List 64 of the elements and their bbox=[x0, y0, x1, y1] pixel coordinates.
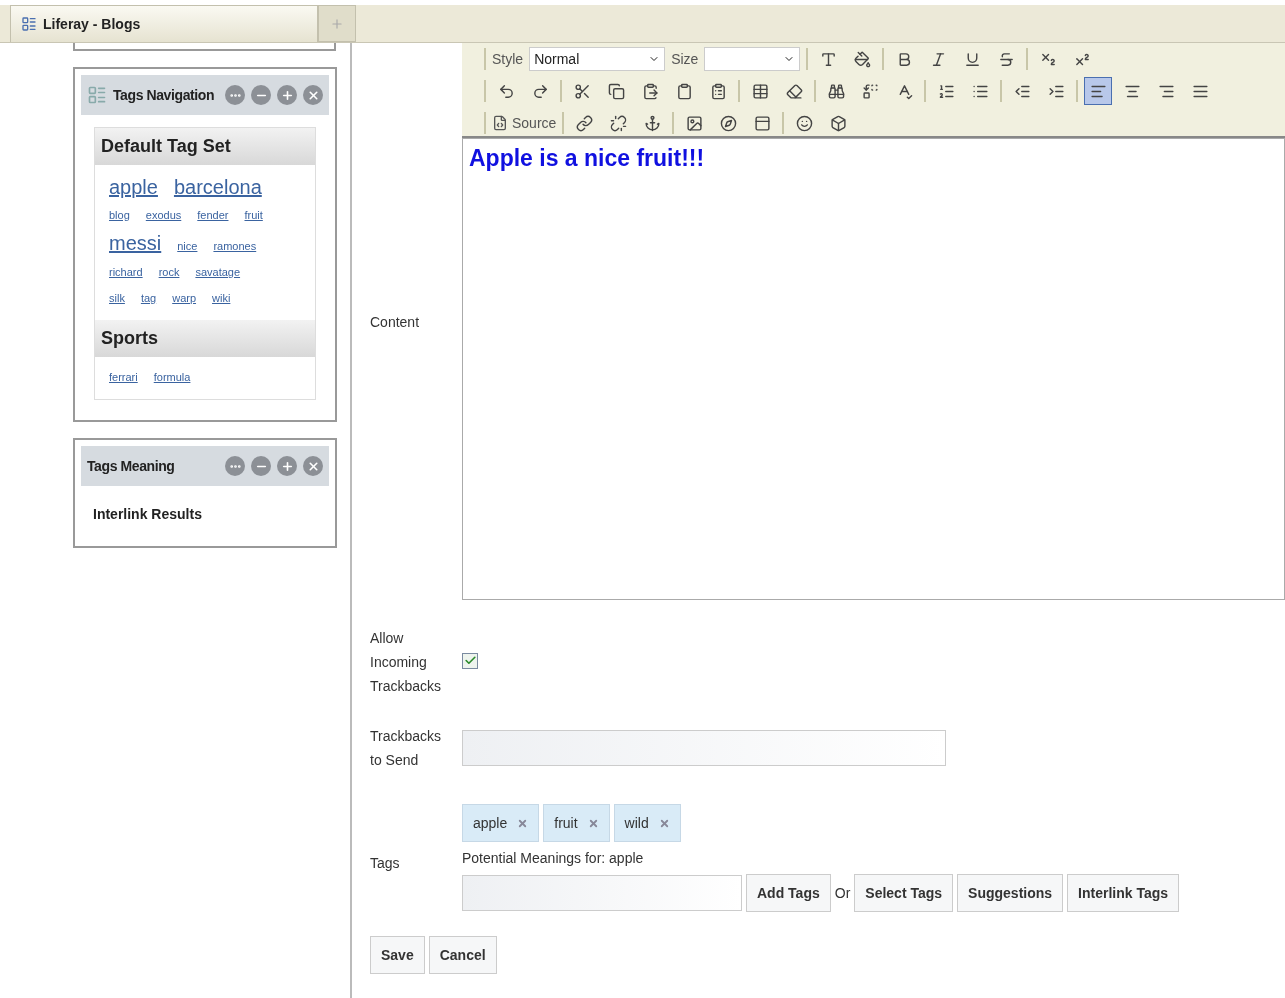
content-label: Content bbox=[370, 312, 421, 332]
tag-button[interactable]: Suggestions bbox=[957, 874, 1064, 912]
tag-button[interactable]: Interlink Tags bbox=[1067, 874, 1180, 912]
portlet-title: Tags Meaning bbox=[87, 458, 176, 474]
tags-label: Tags bbox=[370, 854, 401, 873]
tag-link[interactable]: wiki bbox=[212, 288, 231, 308]
add-tags-button[interactable]: Add Tags bbox=[746, 874, 831, 912]
tag-link[interactable]: apple bbox=[109, 175, 158, 199]
minimize-icon[interactable] bbox=[251, 85, 271, 105]
tag-link[interactable]: ferrari bbox=[109, 367, 138, 387]
tag-link[interactable]: tag bbox=[140, 288, 157, 308]
tag-link[interactable]: silk bbox=[109, 288, 125, 308]
browser-tab[interactable]: Liferay - Blogs bbox=[10, 5, 318, 42]
tag-chip[interactable]: fruit bbox=[543, 804, 610, 842]
tag-link[interactable]: warp bbox=[172, 288, 197, 308]
trackbacks-label: to Send bbox=[370, 751, 420, 770]
or-text: Or bbox=[834, 885, 851, 901]
tag-link[interactable]: formula bbox=[153, 367, 191, 387]
tag-chip[interactable]: apple bbox=[462, 804, 540, 842]
maximize-icon[interactable] bbox=[277, 456, 297, 476]
editor-text[interactable]: Apple is a nice fruit!!! bbox=[462, 138, 1285, 600]
plus-icon bbox=[330, 16, 344, 31]
remove-icon[interactable] bbox=[658, 817, 670, 829]
trackbacks-label: Allow bbox=[370, 629, 405, 648]
input-field[interactable] bbox=[462, 730, 946, 766]
portlet-icon bbox=[87, 85, 107, 105]
tag-link[interactable]: fender bbox=[197, 205, 229, 225]
close-icon[interactable] bbox=[303, 456, 323, 476]
size-label: Size bbox=[671, 51, 699, 67]
align-left-icon[interactable] bbox=[1084, 77, 1112, 105]
tag-set-title: Default Tag Set bbox=[95, 128, 315, 165]
tag-button[interactable]: Select Tags bbox=[854, 874, 954, 912]
tag-link[interactable]: exodus bbox=[145, 205, 182, 225]
source-icon bbox=[492, 115, 508, 131]
trackbacks-label: Trackbacks bbox=[370, 727, 443, 746]
action-button[interactable]: Save bbox=[370, 936, 425, 974]
tag-link[interactable]: richard bbox=[109, 262, 143, 282]
action-button[interactable]: Cancel bbox=[428, 936, 497, 974]
tag-link[interactable]: rock bbox=[158, 262, 180, 282]
interlink-results: Interlink Results bbox=[92, 505, 203, 524]
source-button[interactable]: Source bbox=[492, 115, 557, 131]
close-icon[interactable] bbox=[303, 85, 323, 105]
tag-link[interactable]: barcelona bbox=[173, 175, 262, 199]
checkbox[interactable] bbox=[462, 652, 478, 669]
tag-link[interactable]: messi bbox=[109, 231, 162, 255]
minimize-icon[interactable] bbox=[251, 456, 271, 476]
style-label: Style bbox=[492, 51, 524, 67]
page-icon bbox=[21, 16, 37, 32]
trackbacks-label: Trackbacks bbox=[370, 677, 443, 696]
tag-link[interactable]: fruit bbox=[244, 205, 263, 225]
tag-link[interactable]: nice bbox=[177, 236, 198, 256]
remove-icon[interactable] bbox=[587, 817, 599, 829]
tag-link[interactable]: ramones bbox=[213, 236, 257, 256]
tag-link[interactable]: blog bbox=[109, 205, 130, 225]
maximize-icon[interactable] bbox=[277, 85, 297, 105]
input-field[interactable] bbox=[462, 875, 742, 911]
tag-link[interactable]: savatage bbox=[195, 262, 241, 282]
portlet-title: Tags Navigation bbox=[113, 87, 216, 103]
tag-chip[interactable]: wild bbox=[613, 804, 681, 842]
tag-set-title: Sports bbox=[95, 320, 315, 357]
remove-icon[interactable] bbox=[517, 817, 529, 829]
style-select[interactable]: Normal bbox=[529, 47, 666, 71]
trackbacks-label: Incoming bbox=[370, 653, 428, 672]
potential-meanings: Potential Meanings for: apple bbox=[462, 850, 645, 866]
